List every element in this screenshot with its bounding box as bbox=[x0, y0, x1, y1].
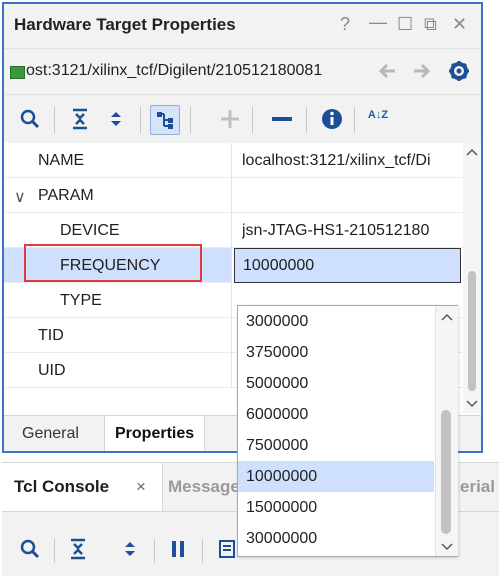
chevron-down-icon[interactable]: ∨ bbox=[14, 187, 26, 207]
dropdown-option[interactable]: 3000000 bbox=[238, 306, 434, 337]
tab-label: Tcl Console bbox=[14, 477, 110, 496]
tab-serial[interactable]: erial bbox=[460, 477, 495, 497]
sort-icon[interactable]: A↓Z bbox=[364, 105, 392, 137]
toolbar-separator bbox=[190, 107, 191, 133]
properties-scrollbar[interactable] bbox=[463, 143, 481, 413]
info-icon[interactable] bbox=[318, 105, 346, 133]
property-name: NAME bbox=[38, 152, 85, 169]
table-row[interactable]: ∨ PARAM bbox=[4, 178, 463, 213]
table-row[interactable]: NAME localhost:3121/xilinx_tcf/Di bbox=[4, 143, 463, 178]
scrollbar-thumb[interactable] bbox=[441, 410, 451, 534]
back-arrow-icon[interactable] bbox=[376, 59, 400, 83]
frequency-dropdown[interactable]: 3000000 3750000 5000000 6000000 7500000 … bbox=[237, 305, 458, 557]
help-icon[interactable]: ? bbox=[340, 14, 350, 35]
table-row[interactable]: DEVICE jsn-JTAG-HS1-210512180 bbox=[4, 213, 463, 248]
scroll-up-icon[interactable] bbox=[466, 147, 478, 157]
scroll-up-icon[interactable] bbox=[441, 312, 453, 322]
dropdown-option-selected[interactable]: 10000000 bbox=[238, 461, 434, 492]
toolbar-separator bbox=[140, 107, 141, 133]
maximize-icon[interactable]: ☐ bbox=[397, 14, 413, 35]
dropdown-option[interactable]: 30000000 bbox=[238, 523, 434, 554]
toolbar-separator bbox=[54, 539, 55, 563]
property-name: DEVICE bbox=[60, 222, 120, 239]
property-name: PARAM bbox=[38, 187, 94, 204]
tab-tcl-console[interactable]: Tcl Console × bbox=[2, 463, 163, 511]
collapse-all-icon[interactable] bbox=[68, 537, 88, 561]
clear-icon[interactable] bbox=[216, 537, 238, 561]
dropdown-option[interactable]: 7500000 bbox=[238, 430, 434, 461]
pause-icon[interactable] bbox=[168, 537, 188, 561]
add-icon[interactable] bbox=[216, 105, 244, 133]
group-icon[interactable] bbox=[150, 105, 180, 135]
expand-all-icon[interactable] bbox=[102, 105, 130, 133]
property-name: TID bbox=[38, 327, 64, 344]
toolbar-separator bbox=[202, 539, 203, 563]
remove-icon[interactable] bbox=[268, 105, 296, 133]
property-name: TYPE bbox=[60, 292, 102, 309]
toolbar-separator bbox=[306, 107, 307, 133]
table-row-selected[interactable]: FREQUENCY 10000000 bbox=[4, 244, 463, 283]
panel-title: Hardware Target Properties bbox=[14, 15, 236, 34]
object-path: ost:3121/xilinx_tcf/Digilent/21051218008… bbox=[26, 62, 323, 79]
gear-icon[interactable] bbox=[447, 59, 471, 83]
search-icon[interactable] bbox=[18, 537, 42, 561]
collapse-all-icon[interactable] bbox=[66, 105, 94, 133]
dropdown-option[interactable]: 3750000 bbox=[238, 337, 434, 368]
dropdown-option[interactable]: 6000000 bbox=[238, 399, 434, 430]
property-name: UID bbox=[38, 362, 66, 379]
toolbar-separator bbox=[252, 107, 253, 133]
dropdown-option[interactable]: 5000000 bbox=[238, 368, 434, 399]
close-tab-icon[interactable]: × bbox=[136, 477, 146, 497]
object-path-bar: ost:3121/xilinx_tcf/Digilent/21051218008… bbox=[4, 48, 481, 95]
scroll-down-icon[interactable] bbox=[441, 542, 453, 552]
property-value: jsn-JTAG-HS1-210512180 bbox=[242, 222, 430, 239]
property-value: 10000000 bbox=[243, 257, 315, 274]
dropdown-scrollbar[interactable] bbox=[435, 306, 458, 556]
scroll-down-icon[interactable] bbox=[466, 399, 478, 409]
search-icon[interactable] bbox=[16, 105, 44, 133]
toolbar-separator bbox=[154, 539, 155, 563]
minimize-icon[interactable]: — bbox=[369, 12, 387, 33]
dropdown-option[interactable]: 15000000 bbox=[238, 492, 434, 523]
property-name: FREQUENCY bbox=[60, 257, 161, 274]
scrollbar-thumb[interactable] bbox=[468, 271, 476, 391]
forward-arrow-icon[interactable] bbox=[409, 59, 433, 83]
close-icon[interactable]: ✕ bbox=[452, 14, 467, 35]
toolbar-separator bbox=[54, 107, 55, 133]
float-icon[interactable]: ⧉ bbox=[424, 14, 437, 35]
expand-all-icon[interactable] bbox=[120, 537, 140, 561]
tab-properties[interactable]: Properties bbox=[104, 416, 206, 451]
frequency-value-field[interactable]: 10000000 bbox=[234, 248, 461, 283]
panel-titlebar: Hardware Target Properties ? — ☐ ⧉ ✕ bbox=[4, 4, 481, 48]
tab-general[interactable]: General bbox=[12, 416, 89, 451]
properties-toolbar: A↓Z bbox=[4, 94, 481, 144]
toolbar-separator bbox=[354, 107, 355, 133]
hardware-target-icon bbox=[10, 66, 25, 79]
property-value: localhost:3121/xilinx_tcf/Di bbox=[242, 152, 431, 169]
